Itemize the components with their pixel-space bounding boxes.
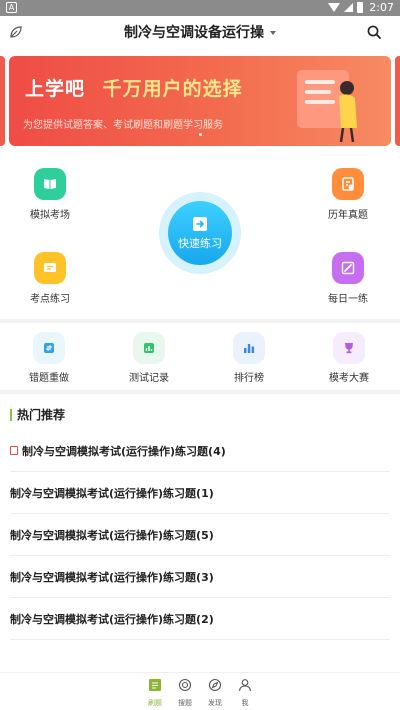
list-item-title: 制冷与空调模拟考试(运行操作)练习题(1) — [10, 486, 214, 500]
banner-subline: 为您提供试题答案、考试刷题和刷题学习服务 — [23, 120, 223, 131]
signal-icon — [344, 3, 354, 12]
quick-practice-button[interactable]: 快速练习 — [159, 192, 241, 274]
notification-icon: A — [6, 2, 17, 13]
test-records-label: 测试记录 — [129, 373, 169, 384]
quick-actions: 模拟考场 历年真题 考点练习 每日一练 快速练习 — [0, 148, 400, 320]
section-accent-bar — [10, 408, 12, 421]
banner-headline-brand: 上学吧 — [25, 78, 86, 100]
practice-icon — [149, 679, 161, 691]
leaderboard-label: 排行榜 — [234, 373, 264, 384]
list-item[interactable]: 制冷与空调模拟考试(运行操作)练习题(1) — [10, 472, 390, 514]
nav-practice-label: 刷题 — [148, 699, 162, 707]
pencil-icon — [332, 252, 364, 284]
compass-icon — [208, 678, 222, 692]
list-item[interactable]: 制冷与空调模拟考试(运行操作)练习题(3) — [10, 556, 390, 598]
trophy-icon — [333, 332, 365, 364]
nav-me[interactable]: 我 — [236, 677, 254, 710]
app-header: 制冷与空调设备运行操 — [0, 16, 400, 48]
nav-discover-label: 发现 — [208, 699, 222, 707]
mock-exam-button[interactable]: 模拟考场 — [10, 168, 90, 221]
banner-next-peek — [395, 56, 400, 146]
list-item[interactable]: 制冷与空调模拟考试(运行操作)练习题(4) — [10, 430, 390, 472]
wrong-questions-button[interactable]: 错题重做 — [9, 332, 89, 384]
paper-clock-icon — [332, 168, 364, 200]
status-bar: A 2:07 — [0, 0, 400, 16]
quick-practice-label: 快速练习 — [178, 236, 222, 250]
daily-practice-label: 每日一练 — [328, 294, 368, 305]
nav-me-label: 我 — [241, 699, 249, 707]
page-title: 制冷与空调设备运行操 — [124, 25, 264, 41]
banner-prev-peek — [0, 56, 5, 146]
bar-chart-icon — [233, 332, 265, 364]
bookmark-icon — [10, 446, 18, 455]
list-item-title: 制冷与空调模拟考试(运行操作)练习题(2) — [10, 612, 214, 626]
list-item[interactable]: 制冷与空调模拟考试(运行操作)练习题(5) — [10, 514, 390, 556]
carousel-indicator — [199, 133, 202, 136]
banner-carousel[interactable]: 上学吧 千万用户的选择 为您提供试题答案、考试刷题和刷题学习服务 — [0, 48, 400, 148]
search-question-icon — [178, 678, 192, 692]
hot-section-header: 热门推荐 — [10, 406, 65, 423]
quick-practice-core: 快速练习 — [168, 201, 232, 265]
subject-selector[interactable]: 制冷与空调设备运行操 — [0, 16, 400, 48]
redo-icon — [33, 332, 65, 364]
key-points-button[interactable]: 考点练习 — [10, 252, 90, 305]
mock-contest-label: 模考大赛 — [329, 373, 369, 384]
hot-list: 制冷与空调模拟考试(运行操作)练习题(4) 制冷与空调模拟考试(运行操作)练习题… — [0, 430, 400, 640]
list-item-title: 制冷与空调模拟考试(运行操作)练习题(3) — [10, 570, 214, 584]
chevron-down-icon — [270, 30, 276, 35]
nav-discover[interactable]: 发现 — [206, 677, 224, 710]
past-papers-label: 历年真题 — [328, 210, 368, 221]
tools-row: 错题重做 测试记录 排行榜 模考大赛 — [0, 324, 400, 390]
list-item[interactable]: 制冷与空调模拟考试(运行操作)练习题(2) — [10, 598, 390, 640]
banner-headline-slogan: 千万用户的选择 — [102, 78, 243, 100]
banner-illustration — [297, 70, 357, 143]
status-indicators: 2:07 — [328, 1, 394, 14]
key-points-label: 考点练习 — [30, 294, 70, 305]
wifi-icon — [328, 3, 341, 12]
daily-practice-button[interactable]: 每日一练 — [308, 252, 388, 305]
status-time: 2:07 — [369, 1, 394, 14]
leaderboard-button[interactable]: 排行榜 — [209, 332, 289, 384]
mock-contest-button[interactable]: 模考大赛 — [309, 332, 389, 384]
past-papers-button[interactable]: 历年真题 — [308, 168, 388, 221]
arrow-right-icon — [193, 216, 207, 231]
message-icon — [34, 252, 66, 284]
chart-icon — [133, 332, 165, 364]
section-divider — [0, 390, 400, 394]
nav-practice[interactable]: 刷题 — [146, 677, 164, 710]
nav-search[interactable]: 搜题 — [176, 677, 194, 710]
section-divider — [0, 319, 400, 323]
promo-banner[interactable]: 上学吧 千万用户的选择 为您提供试题答案、考试刷题和刷题学习服务 — [9, 56, 391, 146]
search-icon[interactable] — [366, 24, 382, 40]
bottom-navigation: 刷题 搜题 发现 我 — [0, 672, 400, 710]
list-item-title: 制冷与空调模拟考试(运行操作)练习题(5) — [10, 528, 214, 542]
mock-exam-label: 模拟考场 — [30, 210, 70, 221]
user-icon — [238, 679, 252, 692]
book-icon — [34, 168, 66, 200]
test-records-button[interactable]: 测试记录 — [109, 332, 189, 384]
hot-section-title: 热门推荐 — [17, 408, 66, 422]
battery-icon — [357, 2, 364, 13]
list-item-title: 制冷与空调模拟考试(运行操作)练习题(4) — [22, 444, 226, 458]
nav-search-label: 搜题 — [178, 699, 192, 707]
banner-headline: 上学吧 千万用户的选择 — [25, 74, 243, 101]
wrong-questions-label: 错题重做 — [29, 373, 69, 384]
